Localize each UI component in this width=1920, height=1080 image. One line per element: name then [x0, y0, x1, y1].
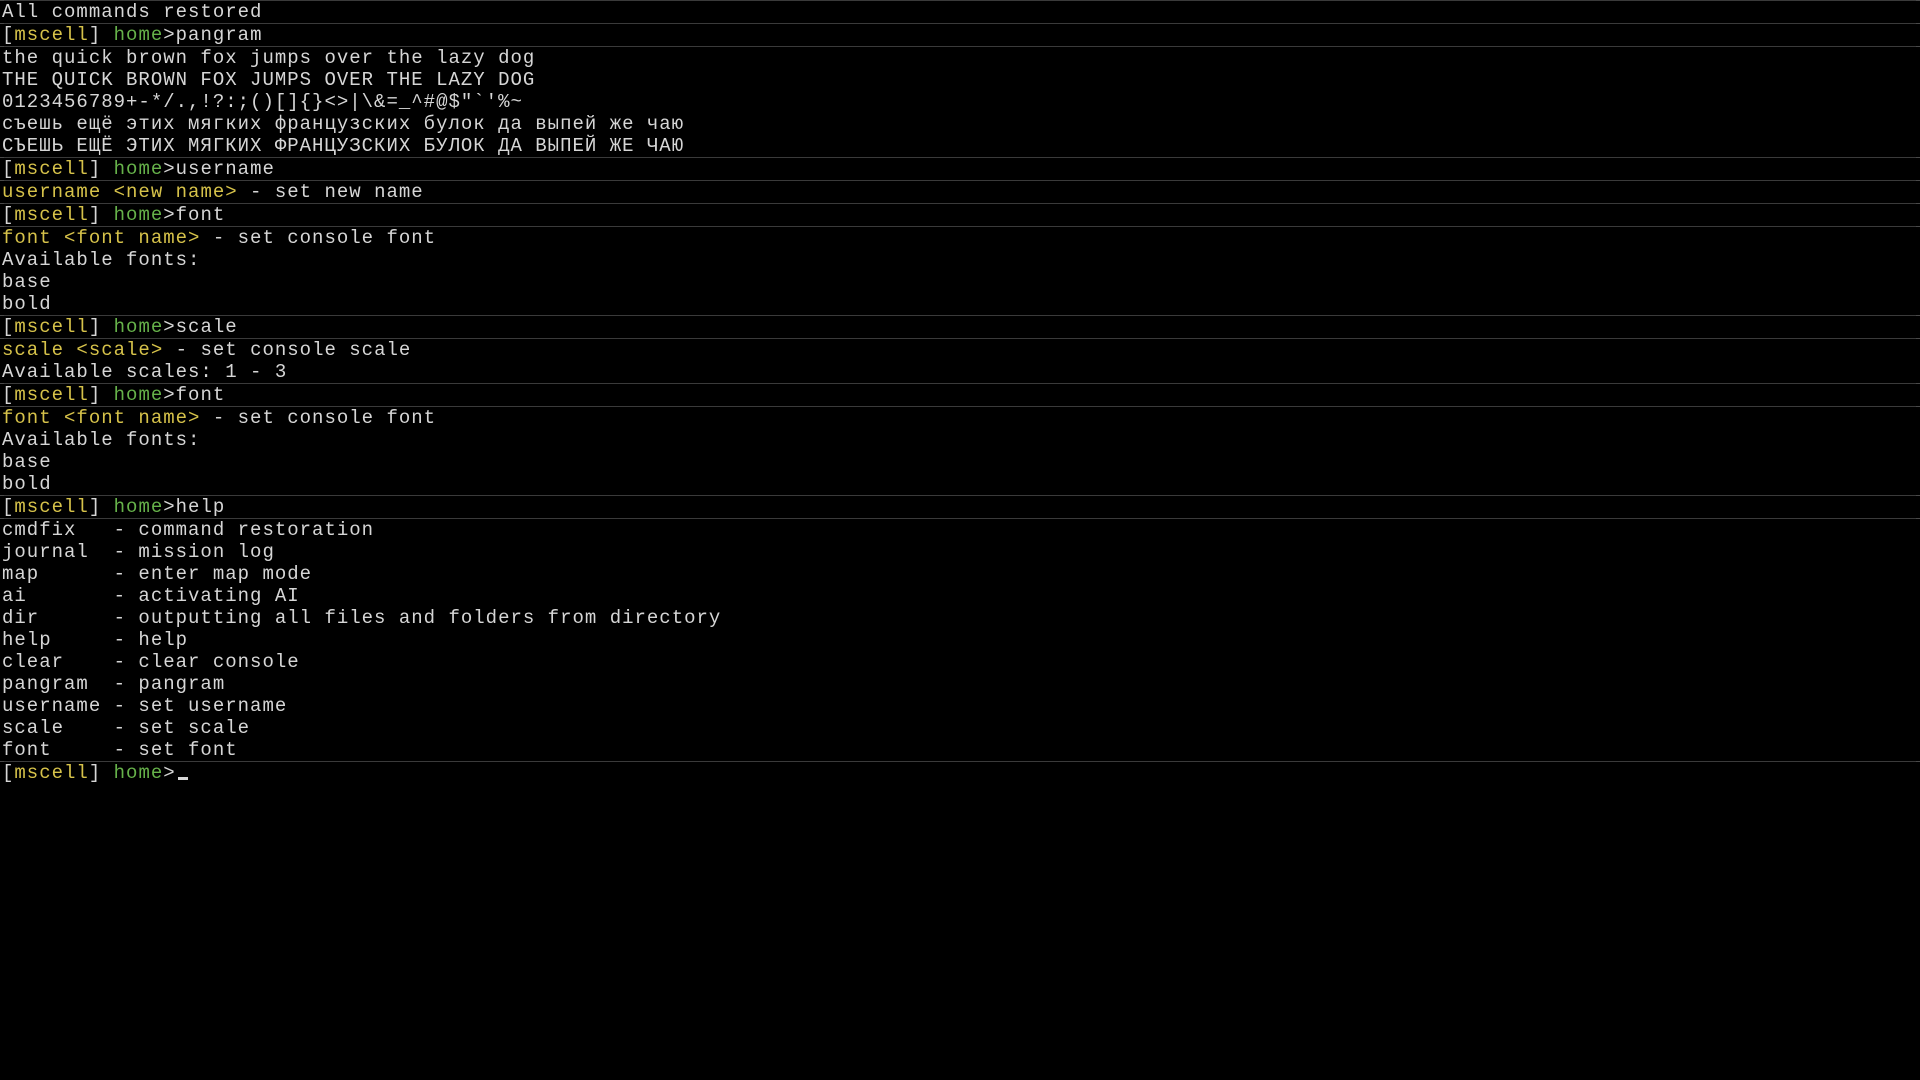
divider	[0, 23, 1920, 24]
divider	[0, 495, 1920, 496]
prompt-line: [mscell] home>help	[2, 496, 1920, 518]
prompt-line: [mscell] home>scale	[2, 316, 1920, 338]
help-row: help - help	[2, 629, 1920, 651]
prompt-line: [mscell] home>username	[2, 158, 1920, 180]
divider	[0, 315, 1920, 316]
command: help	[176, 496, 226, 518]
help-row: scale - set scale	[2, 717, 1920, 739]
prompt-line: [mscell] home>font	[2, 384, 1920, 406]
divider	[0, 338, 1920, 339]
divider	[0, 383, 1920, 384]
divider	[0, 180, 1920, 181]
help-row: map - enter map mode	[2, 563, 1920, 585]
help-row: ai - activating AI	[2, 585, 1920, 607]
divider	[0, 761, 1920, 762]
help-row: journal - mission log	[2, 541, 1920, 563]
command: pangram	[176, 24, 263, 46]
divider	[0, 157, 1920, 158]
help-row: font - set font	[2, 739, 1920, 761]
terminal[interactable]: All commands restored [mscell] home>pang…	[0, 0, 1920, 784]
status-restored: All commands restored	[2, 1, 1920, 23]
divider	[0, 226, 1920, 227]
command: font	[176, 384, 226, 406]
command: font	[176, 204, 226, 226]
help-row: pangram - pangram	[2, 673, 1920, 695]
prompt-line-active[interactable]: [mscell] home>	[2, 762, 1920, 784]
prompt-line: [mscell] home>pangram	[2, 24, 1920, 46]
font-usage: font <font name> - set console font Avai…	[0, 227, 1920, 315]
pangram-output: the quick brown fox jumps over the lazy …	[0, 47, 1920, 157]
username-usage: username <new name> - set new name	[0, 181, 1920, 203]
divider	[0, 406, 1920, 407]
divider	[0, 46, 1920, 47]
help-row: dir - outputting all files and folders f…	[2, 607, 1920, 629]
prompt-line: [mscell] home>font	[2, 204, 1920, 226]
command: scale	[176, 316, 238, 338]
help-output: cmdfix - command restorationjournal - mi…	[0, 519, 1920, 761]
font-usage: font <font name> - set console font Avai…	[0, 407, 1920, 495]
help-row: cmdfix - command restoration	[2, 519, 1920, 541]
help-row: username - set username	[2, 695, 1920, 717]
divider	[0, 203, 1920, 204]
scale-usage: scale <scale> - set console scale Availa…	[0, 339, 1920, 383]
divider	[0, 518, 1920, 519]
divider	[0, 0, 1920, 1]
cursor-icon	[178, 777, 188, 780]
command: username	[176, 158, 275, 180]
help-row: clear - clear console	[2, 651, 1920, 673]
